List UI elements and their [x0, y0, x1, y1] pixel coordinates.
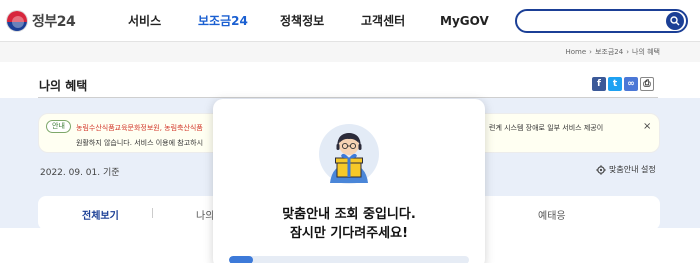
breadcrumb: Home › 보조금24 › 나의 혜택 [565, 47, 660, 57]
notice-text-right: 련계 시스템 장애로 일부 서비스 제공이 [489, 124, 604, 132]
tab-expected[interactable]: 예태응 [538, 207, 566, 222]
taegeuk-emblem-icon [6, 10, 28, 32]
custom-setting-button[interactable]: 맞춤안내 설정 [596, 164, 656, 175]
page-title: 나의 혜택 [39, 79, 88, 93]
setting-label: 맞춤안내 설정 [609, 165, 656, 174]
notice-text-line2: 원활하지 않습니다. 서비스 이용에 참고하시 [76, 139, 204, 147]
search-button[interactable] [666, 12, 684, 30]
nav-item-customer-center[interactable]: 고객센터 [361, 0, 405, 42]
search-box [515, 9, 688, 33]
print-icon[interactable]: ⎙ [640, 77, 654, 91]
notice-text-red: 농림수산식품교육문화정보원, 농림축산식품 [76, 124, 203, 132]
link-icon[interactable]: ∞ [624, 77, 638, 91]
tab-divider [152, 208, 153, 218]
date-label: 2022. 09. 01. 기준 [40, 168, 120, 178]
loading-modal: 맞춤안내 조회 중입니다. 잠시만 기다려주세요! [213, 99, 485, 263]
nav-item-policy-info[interactable]: 정책정보 [280, 0, 324, 42]
nav-item-mygov[interactable]: MyGOV [440, 0, 489, 42]
tab-mine[interactable]: 나의 [196, 207, 214, 222]
close-icon[interactable]: × [643, 121, 651, 132]
progress-bar [229, 256, 469, 263]
loading-message-line2: 잠시만 기다려주세요! [289, 226, 409, 241]
person-with-gift-icon [319, 124, 379, 184]
nav-item-subsidy24[interactable]: 보조금24 [198, 0, 248, 42]
site-header: 정부24 서비스 보조금24 정책정보 고객센터 MyGOV [0, 0, 700, 42]
notice-badge: 안내 [46, 120, 71, 133]
search-input[interactable] [527, 13, 667, 33]
facebook-icon[interactable]: f [592, 77, 606, 91]
nav-item-services[interactable]: 서비스 [128, 0, 161, 42]
breadcrumb-subsidy24[interactable]: 보조금24 [595, 47, 623, 57]
logo-text: 정부24 [32, 14, 76, 30]
chevron-right-icon: › [626, 48, 629, 56]
breadcrumb-home[interactable]: Home [565, 48, 586, 56]
tab-all[interactable]: 전체보기 [82, 207, 119, 222]
share-toolbar: f t ∞ ⎙ [592, 77, 654, 91]
gear-icon [596, 164, 606, 175]
twitter-icon[interactable]: t [608, 77, 622, 91]
breadcrumb-bar: Home › 보조금24 › 나의 혜택 [0, 42, 700, 62]
loading-message-line1: 맞춤안내 조회 중입니다. [282, 207, 416, 222]
search-icon [670, 16, 680, 26]
progress-fill [229, 256, 253, 263]
breadcrumb-current: 나의 혜택 [632, 48, 660, 56]
gov24-logo[interactable]: 정부24 [6, 10, 76, 32]
chevron-right-icon: › [589, 48, 592, 56]
